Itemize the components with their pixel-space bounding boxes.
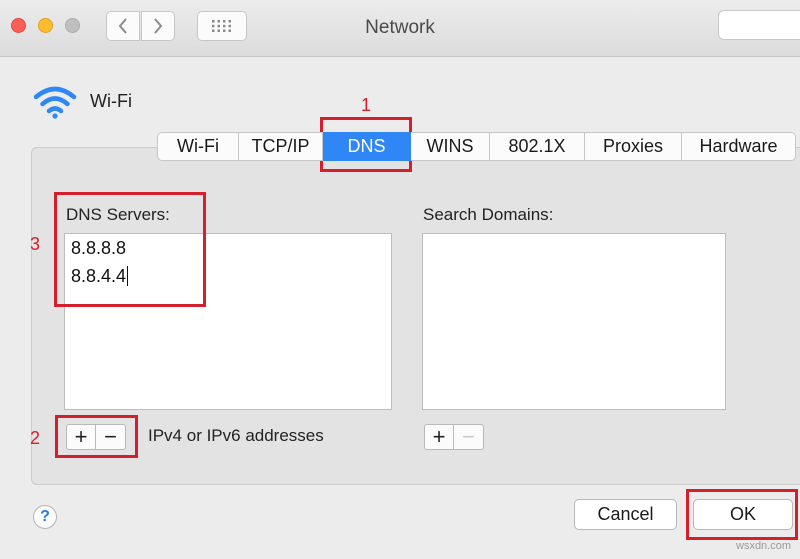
tab-hardware[interactable]: Hardware bbox=[682, 132, 796, 161]
tab-wifi[interactable]: Wi-Fi bbox=[157, 132, 239, 161]
window-title: Network bbox=[365, 17, 435, 38]
annotation-number-1: 1 bbox=[361, 95, 372, 115]
annotation-number-3: 3 bbox=[30, 234, 41, 254]
tab-wins[interactable]: WINS bbox=[411, 132, 490, 161]
tab-proxies[interactable]: Proxies bbox=[585, 132, 682, 161]
search-domains-add-remove-control: + − bbox=[424, 424, 484, 450]
tab-tcpip[interactable]: TCP/IP bbox=[239, 132, 323, 161]
wifi-icon bbox=[33, 86, 77, 119]
search-domains-label: Search Domains: bbox=[423, 205, 554, 224]
interface-name: Wi-Fi bbox=[90, 91, 132, 111]
help-button[interactable]: ? bbox=[33, 505, 57, 529]
search-field[interactable] bbox=[718, 10, 800, 40]
search-domains-list[interactable] bbox=[422, 233, 726, 410]
cancel-button[interactable]: Cancel bbox=[574, 499, 677, 530]
annotation-box-dns-servers bbox=[54, 192, 206, 307]
add-search-domain-button[interactable]: + bbox=[424, 424, 454, 450]
tab-dns[interactable]: DNS bbox=[323, 132, 411, 161]
annotation-number-2: 2 bbox=[30, 428, 41, 448]
dns-hint-text: IPv4 or IPv6 addresses bbox=[148, 426, 324, 445]
title-bar: Network bbox=[0, 0, 800, 57]
tab-8021x[interactable]: 802.1X bbox=[490, 132, 585, 161]
annotation-box-ok bbox=[686, 489, 798, 540]
watermark: wsxdn.com bbox=[736, 540, 792, 552]
remove-search-domain-button: − bbox=[454, 424, 484, 450]
annotation-box-plus-minus bbox=[55, 415, 138, 458]
tab-bar: Wi-Fi TCP/IP DNS WINS 802.1X Proxies Har… bbox=[157, 132, 796, 161]
